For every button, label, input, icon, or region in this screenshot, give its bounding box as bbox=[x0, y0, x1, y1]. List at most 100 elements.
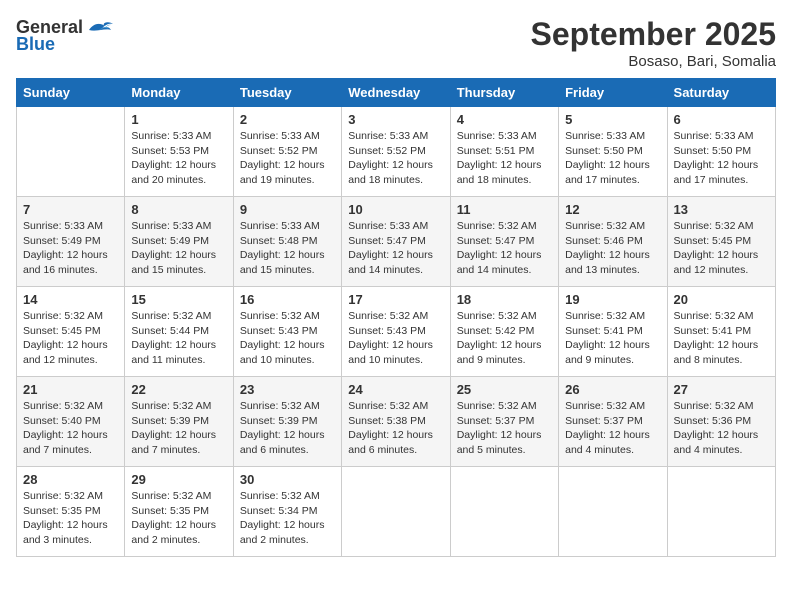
calendar-week-row: 14 Sunrise: 5:32 AM Sunset: 5:45 PM Dayli… bbox=[17, 287, 776, 377]
day-number: 14 bbox=[23, 292, 118, 307]
calendar-cell: 25 Sunrise: 5:32 AM Sunset: 5:37 PM Dayli… bbox=[450, 377, 558, 467]
calendar-cell: 7Sunrise: 5:33 AM Sunset: 5:49 PM Daylig… bbox=[17, 197, 125, 287]
day-info: Sunrise: 5:32 AM Sunset: 5:37 PM Dayligh… bbox=[565, 399, 660, 458]
day-number: 8 bbox=[131, 202, 226, 217]
day-number: 27 bbox=[674, 382, 769, 397]
day-info: Sunrise: 5:32 AM Sunset: 5:39 PM Dayligh… bbox=[240, 399, 335, 458]
calendar-cell bbox=[450, 467, 558, 557]
calendar-cell: 28Sunrise: 5:32 AM Sunset: 5:35 PM Dayli… bbox=[17, 467, 125, 557]
day-info: Sunrise: 5:33 AM Sunset: 5:51 PM Dayligh… bbox=[457, 129, 552, 188]
day-info: Sunrise: 5:33 AM Sunset: 5:50 PM Dayligh… bbox=[565, 129, 660, 188]
calendar-week-row: 1 Sunrise: 5:33 AM Sunset: 5:53 PM Daylig… bbox=[17, 107, 776, 197]
day-info: Sunrise: 5:32 AM Sunset: 5:45 PM Dayligh… bbox=[674, 219, 769, 278]
day-number: 18 bbox=[457, 292, 552, 307]
calendar-cell: 16 Sunrise: 5:32 AM Sunset: 5:43 PM Dayli… bbox=[233, 287, 341, 377]
day-info: Sunrise: 5:33 AM Sunset: 5:52 PM Dayligh… bbox=[240, 129, 335, 188]
location-title: Bosaso, Bari, Somalia bbox=[531, 53, 776, 70]
calendar-cell bbox=[342, 467, 450, 557]
calendar-cell: 5Sunrise: 5:33 AM Sunset: 5:50 PM Daylig… bbox=[559, 107, 667, 197]
header-sunday: Sunday bbox=[17, 79, 125, 107]
day-info: Sunrise: 5:32 AM Sunset: 5:43 PM Dayligh… bbox=[240, 309, 335, 368]
day-info: Sunrise: 5:32 AM Sunset: 5:39 PM Dayligh… bbox=[131, 399, 226, 458]
day-number: 9 bbox=[240, 202, 335, 217]
day-number: 16 bbox=[240, 292, 335, 307]
day-number: 13 bbox=[674, 202, 769, 217]
day-info: Sunrise: 5:32 AM Sunset: 5:46 PM Dayligh… bbox=[565, 219, 660, 278]
calendar-cell: 14 Sunrise: 5:32 AM Sunset: 5:45 PM Dayli… bbox=[17, 287, 125, 377]
day-info: Sunrise: 5:32 AM Sunset: 5:37 PM Dayligh… bbox=[457, 399, 552, 458]
calendar-cell bbox=[17, 107, 125, 197]
day-info: Sunrise: 5:32 AM Sunset: 5:40 PM Dayligh… bbox=[23, 399, 118, 458]
day-number: 23 bbox=[240, 382, 335, 397]
calendar-cell: 15Sunrise: 5:32 AM Sunset: 5:44 PM Dayli… bbox=[125, 287, 233, 377]
day-number: 1 bbox=[131, 112, 226, 127]
day-info: Sunrise: 5:32 AM Sunset: 5:41 PM Dayligh… bbox=[674, 309, 769, 368]
day-info: Sunrise: 5:32 AM Sunset: 5:35 PM Dayligh… bbox=[131, 489, 226, 548]
calendar-cell bbox=[667, 467, 775, 557]
calendar-cell: 29 Sunrise: 5:32 AM Sunset: 5:35 PM Dayli… bbox=[125, 467, 233, 557]
day-info: Sunrise: 5:32 AM Sunset: 5:36 PM Dayligh… bbox=[674, 399, 769, 458]
header-wednesday: Wednesday bbox=[342, 79, 450, 107]
day-info: Sunrise: 5:32 AM Sunset: 5:38 PM Dayligh… bbox=[348, 399, 443, 458]
calendar-cell: 27 Sunrise: 5:32 AM Sunset: 5:36 PM Dayli… bbox=[667, 377, 775, 467]
day-number: 19 bbox=[565, 292, 660, 307]
day-number: 6 bbox=[674, 112, 769, 127]
day-number: 29 bbox=[131, 472, 226, 487]
day-info: Sunrise: 5:32 AM Sunset: 5:35 PM Dayligh… bbox=[23, 489, 118, 548]
calendar-cell: 4 Sunrise: 5:33 AM Sunset: 5:51 PM Daylig… bbox=[450, 107, 558, 197]
calendar-cell: 19Sunrise: 5:32 AM Sunset: 5:41 PM Dayli… bbox=[559, 287, 667, 377]
header-friday: Friday bbox=[559, 79, 667, 107]
day-info: Sunrise: 5:32 AM Sunset: 5:47 PM Dayligh… bbox=[457, 219, 552, 278]
calendar-cell: 8Sunrise: 5:33 AM Sunset: 5:49 PM Daylig… bbox=[125, 197, 233, 287]
day-number: 10 bbox=[348, 202, 443, 217]
calendar-cell: 18 Sunrise: 5:32 AM Sunset: 5:42 PM Dayli… bbox=[450, 287, 558, 377]
day-number: 3 bbox=[348, 112, 443, 127]
calendar-cell: 11Sunrise: 5:32 AM Sunset: 5:47 PM Dayli… bbox=[450, 197, 558, 287]
calendar-cell: 30 Sunrise: 5:32 AM Sunset: 5:34 PM Dayli… bbox=[233, 467, 341, 557]
header-monday: Monday bbox=[125, 79, 233, 107]
calendar-cell: 3Sunrise: 5:33 AM Sunset: 5:52 PM Daylig… bbox=[342, 107, 450, 197]
calendar-cell: 22 Sunrise: 5:32 AM Sunset: 5:39 PM Dayli… bbox=[125, 377, 233, 467]
day-info: Sunrise: 5:33 AM Sunset: 5:53 PM Dayligh… bbox=[131, 129, 226, 188]
calendar-cell: 13 Sunrise: 5:32 AM Sunset: 5:45 PM Dayli… bbox=[667, 197, 775, 287]
day-number: 25 bbox=[457, 382, 552, 397]
calendar-cell: 20 Sunrise: 5:32 AM Sunset: 5:41 PM Dayli… bbox=[667, 287, 775, 377]
calendar-cell: 10 Sunrise: 5:33 AM Sunset: 5:47 PM Dayli… bbox=[342, 197, 450, 287]
calendar-cell: 1 Sunrise: 5:33 AM Sunset: 5:53 PM Daylig… bbox=[125, 107, 233, 197]
day-number: 20 bbox=[674, 292, 769, 307]
day-info: Sunrise: 5:33 AM Sunset: 5:50 PM Dayligh… bbox=[674, 129, 769, 188]
header-thursday: Thursday bbox=[450, 79, 558, 107]
header-saturday: Saturday bbox=[667, 79, 775, 107]
day-number: 2 bbox=[240, 112, 335, 127]
calendar-cell: 23 Sunrise: 5:32 AM Sunset: 5:39 PM Dayli… bbox=[233, 377, 341, 467]
calendar-week-row: 7Sunrise: 5:33 AM Sunset: 5:49 PM Daylig… bbox=[17, 197, 776, 287]
day-number: 12 bbox=[565, 202, 660, 217]
logo: General Blue bbox=[16, 16, 113, 55]
day-info: Sunrise: 5:33 AM Sunset: 5:49 PM Dayligh… bbox=[23, 219, 118, 278]
calendar-week-row: 21 Sunrise: 5:32 AM Sunset: 5:40 PM Dayli… bbox=[17, 377, 776, 467]
day-number: 17 bbox=[348, 292, 443, 307]
month-title: September 2025 bbox=[531, 16, 776, 53]
day-info: Sunrise: 5:33 AM Sunset: 5:47 PM Dayligh… bbox=[348, 219, 443, 278]
header-tuesday: Tuesday bbox=[233, 79, 341, 107]
day-info: Sunrise: 5:32 AM Sunset: 5:45 PM Dayligh… bbox=[23, 309, 118, 368]
day-number: 24 bbox=[348, 382, 443, 397]
day-number: 26 bbox=[565, 382, 660, 397]
calendar-table: SundayMondayTuesdayWednesdayThursdayFrid… bbox=[16, 78, 776, 557]
page-header: General Blue September 2025 Bosaso, Bari… bbox=[16, 16, 776, 70]
logo-bird-icon bbox=[85, 16, 113, 38]
calendar-cell: 24 Sunrise: 5:32 AM Sunset: 5:38 PM Dayli… bbox=[342, 377, 450, 467]
calendar-header-row: SundayMondayTuesdayWednesdayThursdayFrid… bbox=[17, 79, 776, 107]
day-number: 30 bbox=[240, 472, 335, 487]
day-info: Sunrise: 5:32 AM Sunset: 5:42 PM Dayligh… bbox=[457, 309, 552, 368]
calendar-cell: 21 Sunrise: 5:32 AM Sunset: 5:40 PM Dayli… bbox=[17, 377, 125, 467]
day-number: 4 bbox=[457, 112, 552, 127]
title-section: September 2025 Bosaso, Bari, Somalia bbox=[531, 16, 776, 70]
calendar-cell bbox=[559, 467, 667, 557]
calendar-cell: 26 Sunrise: 5:32 AM Sunset: 5:37 PM Dayli… bbox=[559, 377, 667, 467]
calendar-cell: 17Sunrise: 5:32 AM Sunset: 5:43 PM Dayli… bbox=[342, 287, 450, 377]
day-number: 22 bbox=[131, 382, 226, 397]
day-number: 21 bbox=[23, 382, 118, 397]
day-info: Sunrise: 5:32 AM Sunset: 5:34 PM Dayligh… bbox=[240, 489, 335, 548]
calendar-cell: 12 Sunrise: 5:32 AM Sunset: 5:46 PM Dayli… bbox=[559, 197, 667, 287]
